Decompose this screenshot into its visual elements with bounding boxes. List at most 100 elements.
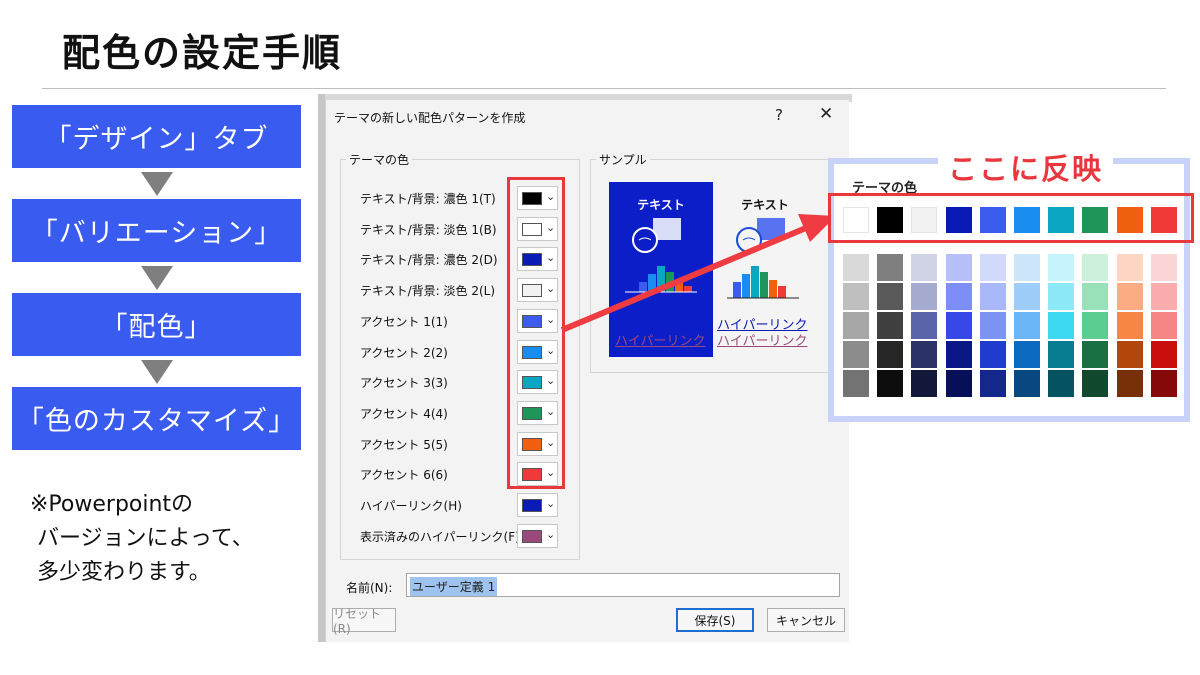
color-row-label: アクセント 2(2) <box>360 345 448 360</box>
slide-title: 配色の設定手順 <box>62 31 343 75</box>
shade-swatch[interactable] <box>911 341 938 368</box>
shade-swatch[interactable] <box>1082 341 1109 368</box>
shade-swatch[interactable] <box>1082 370 1109 397</box>
shade-swatch[interactable] <box>1014 283 1040 310</box>
shade-swatch[interactable] <box>911 254 938 281</box>
shade-swatch[interactable] <box>1048 312 1075 339</box>
sample-dark-hyperlink: ハイパーリンク <box>615 334 706 349</box>
shade-swatch[interactable] <box>979 283 1006 310</box>
color-row-label: テキスト/背景: 濃色 2(D) <box>360 253 498 268</box>
shade-swatch[interactable] <box>1150 283 1177 310</box>
color-row-label: ハイパーリンク(H) <box>360 499 462 513</box>
shade-swatch[interactable] <box>1082 283 1109 310</box>
shade-swatch[interactable] <box>945 341 972 368</box>
color-row-label: テキスト/背景: 濃色 1(T) <box>360 192 496 206</box>
shade-swatch[interactable] <box>1082 254 1109 281</box>
sample-light-preview: テキスト ハイパーリンク ハイパーリンク <box>713 182 817 357</box>
color-row-label: テキスト/背景: 淡色 2(L) <box>360 284 496 299</box>
color-row-label: アクセント 4(4) <box>360 406 448 421</box>
shade-swatch[interactable] <box>1150 341 1177 368</box>
shade-swatch[interactable] <box>979 312 1006 339</box>
shade-swatch[interactable] <box>945 312 972 339</box>
shade-swatch[interactable] <box>1048 283 1075 310</box>
color-row-label: テキスト/背景: 淡色 1(B) <box>360 222 497 237</box>
step-arrow-icon <box>141 360 173 384</box>
version-note: ※Powerpointの バージョンによって、 多少変わります。 <box>30 488 254 590</box>
shade-swatch[interactable] <box>1116 312 1143 339</box>
step-customize-colors: 「色のカスタマイズ」 <box>12 387 301 450</box>
shade-swatch[interactable] <box>945 283 972 310</box>
callout-title: ここに反映 <box>938 146 1114 188</box>
shade-swatch[interactable] <box>1082 312 1109 339</box>
shade-swatch[interactable] <box>843 341 869 368</box>
color-row-label: アクセント 5(5) <box>360 437 448 452</box>
shade-swatch[interactable] <box>979 370 1006 397</box>
color-chip <box>522 529 542 543</box>
color-picker-button[interactable]: ⌄ <box>517 523 558 548</box>
step-arrow-icon <box>141 266 173 290</box>
sample-visited-hyperlink: ハイパーリンク <box>717 334 808 349</box>
shade-swatch[interactable] <box>1116 254 1143 281</box>
shade-swatch[interactable] <box>877 341 904 368</box>
shade-swatch[interactable] <box>877 254 904 281</box>
color-row-label: アクセント 1(1) <box>360 314 448 329</box>
step-arrow-icon <box>141 172 173 196</box>
swatch-highlight-box <box>507 177 565 489</box>
shade-swatch[interactable] <box>1150 254 1177 281</box>
background-window-edge <box>318 94 325 642</box>
theme-row-highlight <box>828 193 1194 243</box>
shade-swatch[interactable] <box>843 254 869 281</box>
chevron-down-icon: ⌄ <box>546 497 556 510</box>
name-value: ユーザー定義 1 <box>410 577 498 596</box>
shade-swatch[interactable] <box>1014 341 1040 368</box>
color-chip <box>522 499 542 512</box>
color-row-label: アクセント 3(3) <box>360 376 448 391</box>
shade-swatch[interactable] <box>1116 370 1143 397</box>
name-input[interactable]: ユーザー定義 1 <box>406 573 840 597</box>
shade-swatch[interactable] <box>945 370 972 397</box>
close-button[interactable]: ✕ <box>819 104 833 124</box>
cancel-button[interactable]: キャンセル <box>767 608 845 632</box>
note-line: ※Powerpointの <box>30 492 194 517</box>
shade-swatch[interactable] <box>1048 341 1075 368</box>
step-design-tab: 「デザイン」タブ <box>12 105 301 168</box>
theme-colors-group-label: テーマの色 <box>346 151 413 168</box>
shade-swatch[interactable] <box>945 254 972 281</box>
note-line: 多少変わります。 <box>30 560 211 585</box>
shade-swatch[interactable] <box>911 312 938 339</box>
shade-swatch[interactable] <box>1014 312 1040 339</box>
step-colors: 「配色」 <box>12 293 301 356</box>
shade-swatch[interactable] <box>877 312 904 339</box>
shade-swatch[interactable] <box>843 312 869 339</box>
shade-swatch[interactable] <box>979 254 1006 281</box>
note-line: バージョンによって、 <box>30 526 254 551</box>
dialog-title: テーマの新しい配色パターンを作成 <box>334 111 526 125</box>
reset-button[interactable]: リセット(R) <box>332 607 396 636</box>
shade-swatch[interactable] <box>843 283 869 310</box>
step-variations: 「バリエーション」 <box>12 199 301 262</box>
color-picker-button[interactable]: ⌄ <box>517 493 558 517</box>
shade-swatch[interactable] <box>911 370 938 397</box>
shade-swatch[interactable] <box>877 370 904 397</box>
color-row-label: アクセント 6(6) <box>360 468 448 483</box>
sample-dark-preview: テキスト ハイパーリンク <box>609 182 713 357</box>
shade-swatch[interactable] <box>1150 312 1177 339</box>
shade-swatch[interactable] <box>1048 370 1075 397</box>
chevron-down-icon: ⌄ <box>546 527 556 541</box>
save-button[interactable]: 保存(S) <box>676 608 754 632</box>
shade-swatch[interactable] <box>1150 370 1177 397</box>
help-button[interactable]: ? <box>775 106 783 124</box>
create-theme-colors-dialog: テーマの新しい配色パターンを作成 ? ✕ テーマの色 テキスト/背景: 濃色 1… <box>325 100 849 642</box>
shade-swatch[interactable] <box>1014 370 1040 397</box>
shade-swatch[interactable] <box>843 370 869 397</box>
sample-group-label: サンプル <box>596 151 650 168</box>
shade-swatch[interactable] <box>1116 283 1143 310</box>
name-label: 名前(N): <box>346 581 393 595</box>
shade-swatch[interactable] <box>979 341 1006 368</box>
shade-swatch[interactable] <box>911 283 938 310</box>
shade-swatch[interactable] <box>1048 254 1075 281</box>
shade-swatch[interactable] <box>1014 254 1040 281</box>
color-row-label: 表示済みのハイパーリンク(F) <box>360 529 520 544</box>
shade-swatch[interactable] <box>877 283 904 310</box>
shade-swatch[interactable] <box>1116 341 1143 368</box>
